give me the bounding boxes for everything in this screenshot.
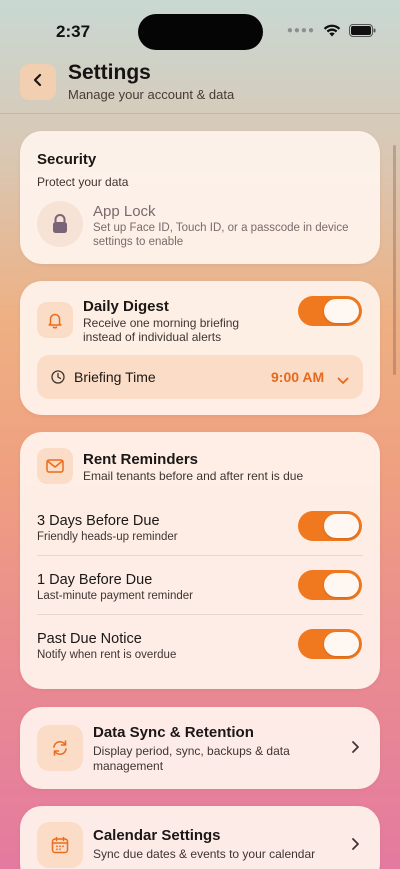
scrollbar[interactable] — [393, 145, 396, 375]
reminder-3-days-toggle[interactable] — [298, 511, 362, 541]
data-sync-title: Data Sync & Retention — [93, 724, 254, 741]
chevron-left-icon — [31, 73, 45, 92]
envelope-icon — [37, 448, 73, 484]
signal-icon: ●●●● — [286, 25, 315, 36]
wifi-icon — [323, 24, 341, 37]
page-subtitle: Manage your account & data — [68, 87, 235, 102]
reminder-title: Past Due Notice — [37, 631, 142, 647]
header: Settings Manage your account & data — [0, 56, 400, 114]
reminder-title: 3 Days Before Due — [37, 513, 160, 529]
chevron-down-icon — [337, 372, 349, 390]
divider — [37, 614, 363, 615]
reminder-subtitle: Notify when rent is overdue — [37, 649, 177, 661]
bell-icon — [37, 302, 73, 338]
reminder-1-day-toggle[interactable] — [298, 570, 362, 600]
rent-reminders-card: Rent Reminders Email tenants before and … — [20, 432, 380, 689]
reminder-subtitle: Last-minute payment reminder — [37, 590, 193, 602]
briefing-time-label: Briefing Time — [74, 369, 156, 385]
calendar-card[interactable]: Calendar Settings Sync due dates & event… — [20, 806, 380, 869]
back-button[interactable] — [20, 64, 56, 100]
calendar-icon — [37, 822, 83, 868]
security-card: Security Protect your data App Lock Set … — [20, 131, 380, 264]
status-icons: ●●●● — [287, 24, 376, 37]
rent-reminders-description: Email tenants before and after rent is d… — [83, 469, 304, 483]
status-bar: 2:37 ●●●● — [0, 0, 400, 60]
data-sync-description: Display period, sync, backups & data man… — [93, 744, 290, 773]
battery-icon — [349, 24, 376, 37]
clock-icon — [51, 370, 65, 389]
daily-digest-card: Daily Digest Receive one morning briefin… — [20, 281, 380, 415]
rent-reminders-title: Rent Reminders — [83, 451, 199, 468]
sync-icon — [37, 725, 83, 771]
app-lock-description: Set up Face ID, Touch ID, or a passcode … — [93, 222, 349, 248]
page-title: Settings — [68, 61, 151, 84]
reminder-subtitle: Friendly heads-up reminder — [37, 531, 178, 543]
briefing-time-value: 9:00 AM — [271, 369, 325, 385]
reminder-title: 1 Day Before Due — [37, 572, 153, 588]
daily-digest-title: Daily Digest — [83, 298, 169, 315]
daily-digest-toggle[interactable] — [298, 296, 362, 326]
briefing-time-selector[interactable]: Briefing Time 9:00 AM — [37, 355, 363, 399]
divider — [37, 555, 363, 556]
calendar-title: Calendar Settings — [93, 827, 221, 844]
dynamic-island — [138, 14, 263, 50]
daily-digest-description: Receive one morning briefing instead of … — [83, 316, 240, 344]
security-title: Security — [37, 151, 97, 168]
security-subtitle: Protect your data — [37, 175, 129, 189]
status-time: 2:37 — [56, 22, 91, 41]
chevron-right-icon — [351, 837, 360, 856]
lock-icon — [37, 201, 83, 247]
past-due-toggle[interactable] — [298, 629, 362, 659]
data-sync-card[interactable]: Data Sync & Retention Display period, sy… — [20, 707, 380, 789]
chevron-right-icon — [351, 740, 360, 759]
app-lock-title: App Lock — [93, 203, 156, 220]
calendar-description: Sync due dates & events to your calendar — [93, 847, 316, 861]
